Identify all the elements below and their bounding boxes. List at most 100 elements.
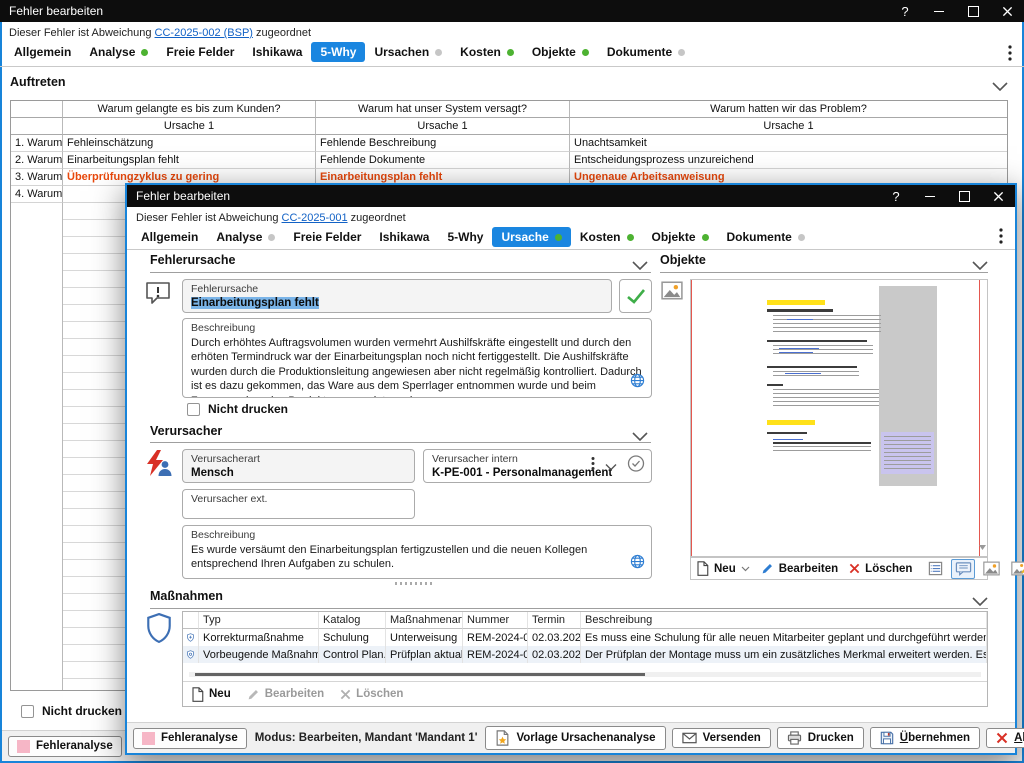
status-badge[interactable]: Fehleranalyse [133, 728, 247, 749]
image-edit-icon[interactable] [1007, 559, 1024, 579]
chevron-down-icon[interactable] [992, 78, 1008, 96]
more-menu-icon[interactable] [999, 228, 1003, 249]
abbrechen-button[interactable]: Abbrechen [986, 728, 1024, 748]
globe-icon[interactable] [630, 554, 645, 574]
tab-ishikawa[interactable]: Ishikawa [243, 42, 311, 62]
table-cell[interactable]: Der Prüfplan der Montage muss um ein zus… [581, 646, 987, 663]
tab-allgemein[interactable]: Allgemein [132, 227, 207, 247]
verursacherart-field[interactable]: Verursacherart Mensch [182, 449, 415, 483]
tab-ursache[interactable]: Ursache [492, 227, 570, 247]
table-cell[interactable]: Control Plan... [319, 646, 386, 663]
verursacher-intern-field[interactable]: Verursacher intern K-PE-001 - Personalma… [423, 449, 652, 483]
circle-check-icon[interactable] [627, 455, 645, 478]
image-view-icon[interactable] [979, 559, 1003, 579]
fehlerursache-beschreibung-textarea[interactable]: Beschreibung Durch erhöhtes Auftragsvolu… [182, 318, 652, 398]
tab-freie-felder[interactable]: Freie Felder [284, 227, 370, 247]
verursacher-beschreibung-textarea[interactable]: Beschreibung Es wurde versäumt den Einar… [182, 525, 652, 579]
table-cell[interactable]: 02.03.2025 [528, 629, 581, 646]
tab-objekte[interactable]: Objekte [643, 227, 718, 247]
maximize-icon[interactable] [947, 185, 981, 207]
table-cell[interactable]: Es muss eine Schulung für alle neuen Mit… [581, 629, 987, 646]
tab-analyse[interactable]: Analyse [207, 227, 284, 247]
table-cell[interactable]: Entscheidungsprozess unzureichend [570, 152, 1007, 169]
bearbeiten-button[interactable]: Bearbeiten [761, 562, 838, 575]
more-menu-icon[interactable] [591, 457, 595, 476]
bg-assignment-text: Dieser Fehler ist Abweichung CC-2025-002… [9, 27, 311, 39]
checkbox[interactable] [21, 705, 34, 718]
table-subheader-cell [11, 118, 63, 135]
chevron-down-icon[interactable] [605, 457, 617, 475]
resize-grip[interactable] [395, 582, 435, 585]
versenden-button[interactable]: Versenden [672, 728, 771, 748]
divider [127, 249, 1015, 250]
table-cell[interactable]: Fehlende Beschreibung [316, 135, 570, 152]
maximize-icon[interactable] [956, 0, 990, 22]
table-cell[interactable]: 02.03.2025 [528, 646, 581, 663]
table-cell[interactable]: Einarbeitungsplan fehlt [63, 152, 316, 169]
neu-button[interactable]: Neu [191, 687, 231, 702]
deviation-link[interactable]: CC-2025-002 (BSP) [155, 27, 253, 39]
chevron-down-icon[interactable] [632, 428, 648, 446]
close-icon[interactable] [990, 0, 1024, 22]
more-menu-icon[interactable] [1008, 45, 1012, 66]
tab-dokumente[interactable]: Dokumente [718, 227, 814, 247]
preview-border [979, 280, 980, 556]
table-cell[interactable]: Fehlende Dokumente [316, 152, 570, 169]
fehlerursache-input[interactable]: Fehlerursache Einarbeitungsplan fehlt [182, 279, 612, 313]
tab-kosten[interactable]: Kosten [571, 227, 643, 247]
table-cell[interactable]: Fehleinschätzung [63, 135, 316, 152]
vorlage-ursachenanalyse-button[interactable]: Vorlage Ursachenanalyse [485, 726, 665, 750]
bearbeiten-button[interactable]: Bearbeiten [247, 688, 324, 701]
tab-ursachen[interactable]: Ursachen [365, 42, 451, 62]
globe-icon[interactable] [630, 373, 645, 393]
close-icon[interactable] [981, 185, 1015, 207]
tab-freie-felder[interactable]: Freie Felder [157, 42, 243, 62]
table-cell[interactable]: Schulung [319, 629, 386, 646]
scroll-down-icon[interactable] [979, 537, 986, 555]
loeschen-button[interactable]: Löschen [340, 688, 403, 700]
bg-tab-bar: Allgemein Analyse Freie Felder Ishikawa … [5, 41, 694, 63]
tab-kosten[interactable]: Kosten [451, 42, 523, 62]
tab-5why[interactable]: 5-Why [311, 42, 365, 62]
scrollbar-thumb[interactable] [195, 673, 645, 676]
confirm-button[interactable] [619, 279, 652, 313]
help-icon[interactable]: ? [888, 0, 922, 22]
status-color-swatch [142, 732, 155, 745]
table-cell[interactable]: REM-2024-0... [463, 646, 528, 663]
table-cell[interactable]: Unachtsamkeit [570, 135, 1007, 152]
comment-view-icon[interactable] [951, 559, 975, 579]
table-cell[interactable]: Unterweisung [386, 629, 463, 646]
bg-nicht-drucken: Nicht drucken [21, 704, 122, 718]
deviation-link[interactable]: CC-2025-001 [282, 212, 348, 224]
bg-window-title: Fehler bearbeiten [0, 4, 103, 18]
divider [150, 272, 651, 273]
status-dot [435, 49, 442, 56]
help-icon[interactable]: ? [879, 185, 913, 207]
horizontal-scrollbar[interactable] [189, 672, 981, 677]
table-cell[interactable]: Vorbeugende Maßnahme [199, 646, 319, 663]
table-cell[interactable]: REM-2024-0... [463, 629, 528, 646]
drucken-button[interactable]: Drucken [777, 727, 864, 749]
minimize-icon[interactable] [922, 0, 956, 22]
table-cell[interactable]: Prüfplan aktual... [386, 646, 463, 663]
list-view-icon[interactable] [923, 559, 947, 579]
tab-allgemein[interactable]: Allgemein [5, 42, 80, 62]
tab-ishikawa[interactable]: Ishikawa [370, 227, 438, 247]
save-disk-icon [880, 731, 894, 745]
table-cell[interactable]: Korrekturmaßnahme [199, 629, 319, 646]
checkbox[interactable] [187, 403, 200, 416]
table-subheader-cell: Ursache 1 [316, 118, 570, 135]
loeschen-button[interactable]: Löschen [849, 563, 912, 575]
tab-objekte[interactable]: Objekte [523, 42, 598, 62]
minimize-icon[interactable] [913, 185, 947, 207]
document-preview[interactable] [690, 279, 988, 557]
tab-analyse[interactable]: Analyse [80, 42, 157, 62]
tab-5why[interactable]: 5-Why [438, 227, 492, 247]
verursacher-ext-field[interactable]: Verursacher ext. [182, 489, 415, 519]
status-badge[interactable]: Fehleranalyse [8, 736, 122, 757]
doc-highlight-yellow [767, 420, 815, 425]
uebernehmen-button[interactable]: Übernehmen [870, 727, 980, 749]
neu-button[interactable]: Neu [696, 561, 750, 576]
pencil-icon [247, 688, 260, 701]
tab-dokumente[interactable]: Dokumente [598, 42, 694, 62]
